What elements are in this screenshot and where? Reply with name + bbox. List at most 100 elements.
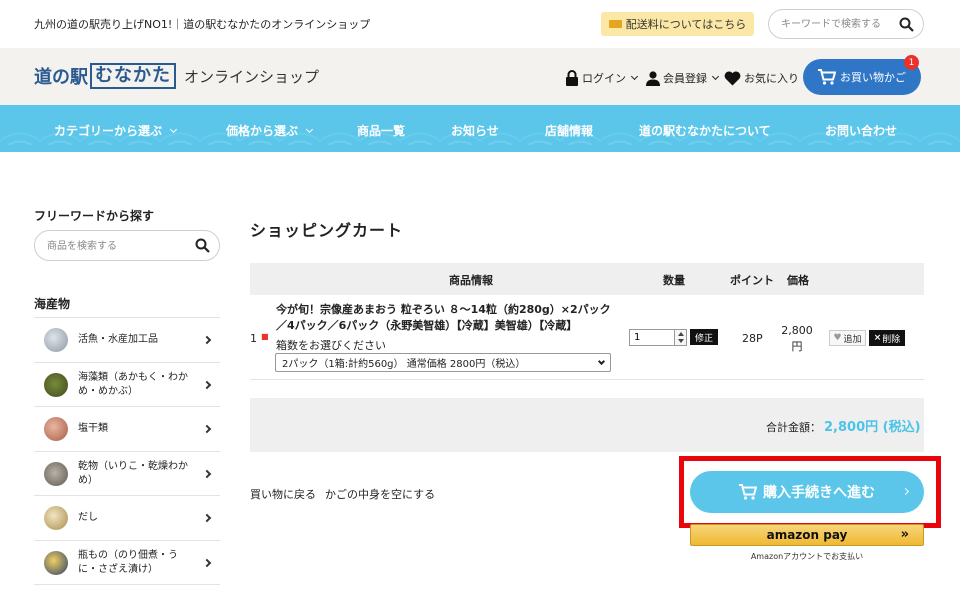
page-title: ショッピングカート [250, 221, 404, 240]
dried-goods-thumbnail [44, 461, 68, 486]
chevron-down-icon [711, 72, 720, 81]
box-option-value: 2パック（1箱:計約560g） 通常価格 2800円（税込） [282, 359, 526, 370]
heart-icon: ♥ [833, 333, 842, 343]
nav-price[interactable]: 価格から選ぶ [226, 122, 314, 139]
chevron-right-icon [202, 380, 212, 389]
keyword-search-input[interactable] [781, 16, 893, 32]
nav-news[interactable]: お知らせ [451, 122, 499, 139]
category-label: 瓶もの（のり佃煮・うに・さざえ漬け） [78, 549, 178, 575]
amazon-pay-label: amazon pay [766, 528, 848, 542]
dashi-thumbnail [44, 506, 68, 530]
cart-icon [818, 69, 836, 85]
fish-thumbnail [44, 328, 68, 352]
category-item[interactable]: だし [34, 495, 220, 540]
quantity-input[interactable] [629, 329, 675, 346]
back-to-shopping-link[interactable]: 買い物に戻る [250, 486, 316, 502]
seaweed-thumbnail [44, 372, 68, 397]
login-label: ログイン [582, 72, 626, 85]
cart-icon [739, 484, 757, 500]
category-item[interactable]: 海藻類（あかもく・わかめ・めかぶ） [34, 362, 220, 406]
chevron-right-icon [202, 335, 212, 345]
favorites-label: お気に入り [744, 72, 799, 85]
product-name[interactable]: 今が旬！宗像産あまおう 粒ぞろい ８～14粒（約280g）×2パック／4パック／… [276, 302, 616, 334]
delete-label: 削除 [882, 334, 901, 345]
cart-total-box: 合計金額： 2,800円 (税込) [250, 398, 924, 452]
chevron-down-icon [597, 357, 606, 366]
product-search-box [34, 230, 220, 261]
update-quantity-button[interactable]: 修正 [690, 329, 718, 345]
chevron-right-icon [202, 469, 212, 478]
chevron-right-icon [202, 513, 212, 523]
chevron-right-icon [202, 558, 212, 567]
empty-cart-link[interactable]: かごの中身を空にする [325, 486, 435, 502]
cart-button[interactable]: お買い物かご 1 [803, 55, 921, 95]
search-icon[interactable] [195, 238, 210, 253]
shipping-info-label: 配送料についてはこちら [625, 18, 747, 31]
category-item[interactable]: 乾物（いりこ・乾燥わかめ） [34, 451, 220, 495]
nav-products[interactable]: 商品一覧 [357, 122, 405, 139]
cart-label: お買い物かご [840, 71, 906, 84]
col-product: 商品情報 [449, 274, 493, 287]
add-favorite-label: 追加 [843, 334, 862, 345]
total-label: 合計金額： [766, 421, 821, 434]
col-qty: 数量 [663, 274, 685, 287]
dried-fish-thumbnail [44, 417, 68, 441]
category-label: 活魚・水産加工品 [78, 334, 158, 345]
row-index: 1 [250, 332, 257, 345]
category-item[interactable]: 瓶もの（のり佃煮・うに・さざえ漬け） [34, 540, 220, 585]
heart-icon [724, 70, 741, 85]
register-label: 会員登録 [663, 72, 707, 85]
amazon-pay-button[interactable]: amazon pay » [690, 524, 924, 546]
close-icon: × [873, 333, 882, 343]
points-value: 28P [742, 332, 763, 345]
category-label: だし [78, 512, 98, 523]
site-header: 道の駅 むなかた オンラインショップ ログイン 会員登録 お気に入り お買い物か… [0, 48, 960, 105]
logo-prefix: 道の駅 [34, 67, 88, 88]
shipping-info-button[interactable]: 配送料についてはこちら [601, 12, 754, 36]
delete-button[interactable]: × 削除 [869, 330, 905, 346]
cart-count-badge: 1 [904, 55, 919, 70]
search-icon[interactable] [899, 17, 914, 32]
checkout-button[interactable]: 購入手続きへ進む [690, 471, 924, 513]
site-tagline: 九州の道の駅売り上げNO1!｜道の駅むなかたのオンラインショップ [34, 18, 371, 31]
row-marker-icon: ■ [261, 332, 269, 341]
freeword-title: フリーワードから探す [34, 209, 155, 223]
checkout-label: 購入手続きへ進む [763, 485, 875, 501]
product-search-input[interactable] [47, 238, 187, 254]
nav-category[interactable]: カテゴリーから選ぶ [54, 122, 178, 139]
lock-icon [566, 70, 578, 86]
add-favorite-button[interactable]: ♥ 追加 [829, 330, 866, 346]
favorites-link[interactable]: お気に入り [724, 70, 799, 86]
category-item[interactable]: 塩干類 [34, 406, 220, 451]
chevron-right-icon [202, 424, 212, 434]
logo-name: むなかた [90, 63, 176, 89]
register-link[interactable]: 会員登録 [646, 70, 720, 86]
seafood-section-title: 海産物 [34, 297, 71, 311]
category-item[interactable]: 活魚・水産加工品 [34, 317, 220, 362]
category-list: 活魚・水産加工品 海藻類（あかもく・わかめ・めかぶ） 塩干類 乾物（いりこ・乾燥… [34, 317, 220, 585]
site-logo[interactable]: 道の駅 むなかた オンラインショップ [34, 63, 319, 89]
jar-goods-thumbnail [44, 550, 68, 575]
keyword-search-box [768, 9, 924, 39]
box-option-select[interactable]: 2パック（1箱:計約560g） 通常価格 2800円（税込） [275, 353, 611, 372]
category-label: 海藻類（あかもく・わかめ・めかぶ） [78, 371, 188, 397]
login-link[interactable]: ログイン [565, 70, 639, 86]
category-label: 塩干類 [78, 423, 108, 434]
nav-price-label: 価格から選ぶ [226, 124, 299, 138]
box-select-label: 箱数をお選びください [276, 339, 386, 352]
nav-about[interactable]: 道の駅むなかたについて [639, 122, 771, 139]
category-label: 乾物（いりこ・乾燥わかめ） [78, 460, 188, 486]
chevron-down-icon [630, 72, 639, 81]
total-value: 2,800円 (税込) [824, 420, 921, 435]
top-bar: 九州の道の駅売り上げNO1!｜道の駅むなかたのオンラインショップ 配送料について… [0, 0, 960, 48]
truck-icon [608, 20, 622, 28]
chevron-down-icon [170, 125, 178, 134]
nav-contact[interactable]: お問い合わせ [825, 122, 897, 139]
nav-store-info[interactable]: 店舗情報 [545, 122, 593, 139]
chevron-down-icon [306, 125, 314, 134]
table-row: 1 ■ 今が旬！宗像産あまおう 粒ぞろい ８～14粒（約280g）×2パック／4… [250, 295, 924, 380]
nav-category-label: カテゴリーから選ぶ [54, 124, 163, 138]
logo-suffix: オンラインショップ [184, 67, 320, 86]
cart-table-header: 商品情報 数量 ポイント 価格 [250, 263, 924, 295]
quantity-stepper[interactable] [675, 329, 687, 346]
